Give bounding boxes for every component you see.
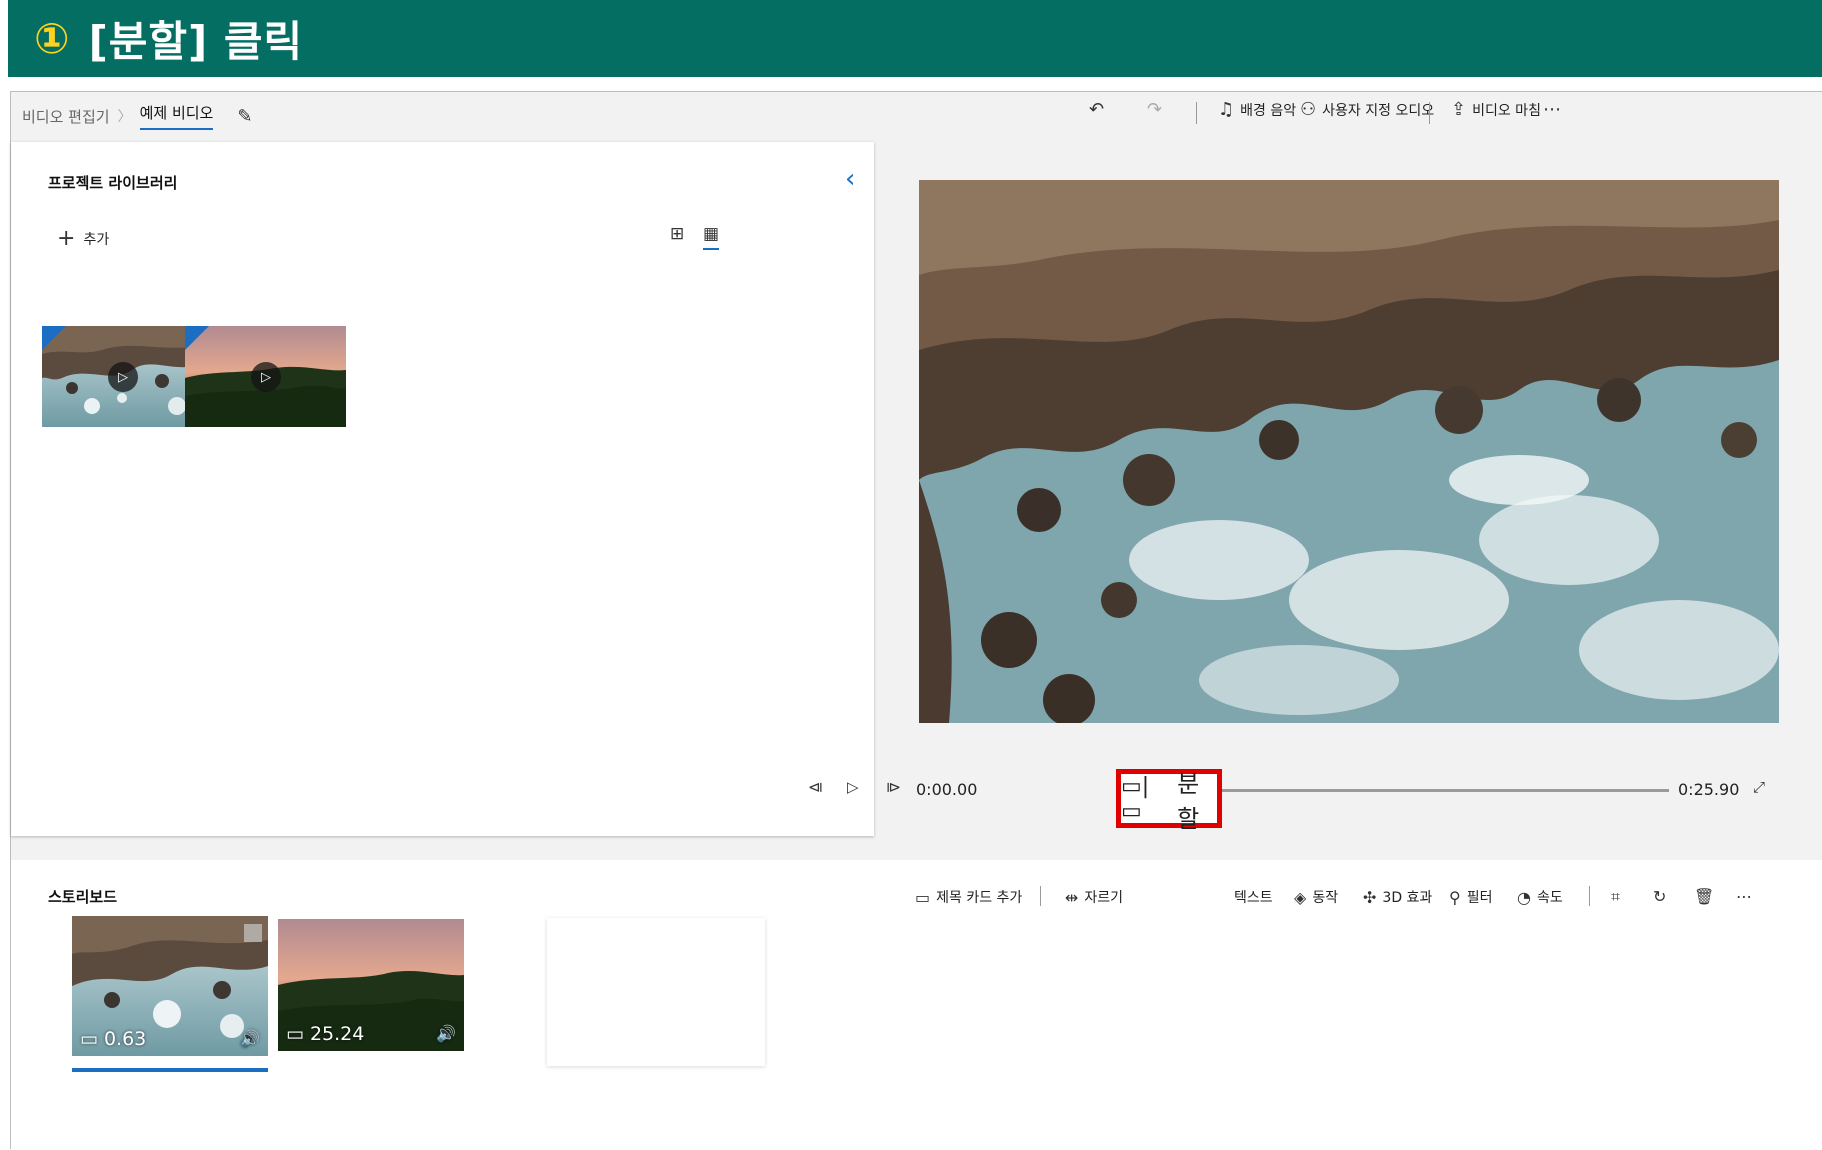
title-card-icon: ▭ xyxy=(915,887,931,907)
library-title: 프로젝트 라이브러리 xyxy=(48,174,178,192)
speed-button[interactable]: ◔ 속도 xyxy=(1517,887,1563,907)
split-icon: ▭|▭ xyxy=(1121,773,1150,824)
finish-video-button[interactable]: ⇪ 비디오 마침 xyxy=(1451,99,1541,120)
current-time: 0:00.00 xyxy=(916,780,978,799)
playback-controls: ⧏ ▷ ⧐ 0:00.00 0:25.90 ⤢ xyxy=(11,775,1822,805)
empty-clip-slot[interactable] xyxy=(547,918,765,1066)
add-title-card-button[interactable]: ▭ 제목 카드 추가 xyxy=(915,887,1022,907)
clip-checkbox[interactable] xyxy=(244,924,262,942)
3d-effects-label: 3D 효과 xyxy=(1382,890,1433,906)
divider xyxy=(1040,886,1041,906)
custom-audio-button[interactable]: ⚇ 사용자 지정 오디오 xyxy=(1300,99,1434,120)
delete-trash-icon[interactable]: 🗑 xyxy=(1694,887,1714,906)
music-note-icon: ♫ xyxy=(1218,99,1235,120)
selected-corner-marker xyxy=(42,326,66,350)
storyboard-title: 스토리보드 xyxy=(48,888,118,906)
split-button[interactable]: ▭|▭ 분할 xyxy=(1116,769,1222,833)
clip-duration-value: 25.24 xyxy=(309,1023,365,1045)
clip-duration-value: 0.63 xyxy=(103,1028,147,1050)
storyboard-clip-forest[interactable]: ▭ 25.24 🔊 xyxy=(278,919,464,1051)
motion-button[interactable]: ◈ 동작 xyxy=(1294,887,1338,907)
crop-resize-icon[interactable]: ⌗ xyxy=(1611,887,1620,907)
breadcrumb: 비디오 편집기 〉 예제 비디오 ✎ xyxy=(22,102,252,130)
split-label: 분할 xyxy=(1177,769,1200,833)
text-label: 텍스트 xyxy=(1234,890,1273,906)
speed-label: 속도 xyxy=(1536,890,1563,906)
breadcrumb-current: 예제 비디오 xyxy=(139,102,214,130)
project-library-panel: 프로젝트 라이브러리 ‹ + 추가 ⊞ ▦ ▷ ▷ xyxy=(11,142,874,836)
instruction-banner: ① [분할] 클릭 xyxy=(8,0,1822,77)
chevron-right-icon: 〉 xyxy=(117,109,132,125)
selected-corner-marker xyxy=(185,326,209,350)
filters-label: 필터 xyxy=(1466,890,1493,906)
filter-brush-icon: ⚲ xyxy=(1449,887,1461,907)
play-icon[interactable]: ▷ xyxy=(251,362,281,392)
trim-label: 자르기 xyxy=(1084,890,1124,906)
text-button[interactable]: 텍스트 xyxy=(1234,887,1273,907)
3d-effects-icon: ✣ xyxy=(1363,887,1377,907)
previous-frame-icon[interactable]: ⧏ xyxy=(808,778,823,796)
undo-icon[interactable]: ↶ xyxy=(1089,99,1104,120)
breadcrumb-parent[interactable]: 비디오 편집기 xyxy=(22,106,110,127)
motion-icon: ◈ xyxy=(1294,887,1307,907)
preview-frame-image xyxy=(919,180,1779,723)
add-title-card-label: 제목 카드 추가 xyxy=(936,890,1023,906)
play-icon[interactable]: ▷ xyxy=(108,362,138,392)
background-music-button[interactable]: ♫ 배경 음악 xyxy=(1218,99,1296,120)
divider xyxy=(1589,886,1590,906)
step-number: ① xyxy=(34,14,71,63)
film-icon: ▭ xyxy=(286,1023,304,1045)
redo-icon[interactable]: ↷ xyxy=(1147,99,1162,120)
next-frame-icon[interactable]: ⧐ xyxy=(886,778,901,796)
film-icon: ▭ xyxy=(80,1028,98,1050)
add-media-button[interactable]: + 추가 xyxy=(57,226,109,251)
custom-audio-label: 사용자 지정 오디오 xyxy=(1322,102,1435,119)
video-editor-window: 비디오 편집기 〉 예제 비디오 ✎ ↶ ↷ ♫ 배경 음악 ⚇ 사용자 지정 … xyxy=(10,91,1822,1150)
large-grid-view-icon[interactable]: ⊞ xyxy=(670,224,684,244)
background-music-label: 배경 음악 xyxy=(1240,102,1297,119)
finish-video-label: 비디오 마침 xyxy=(1472,102,1541,119)
rename-pencil-icon[interactable]: ✎ xyxy=(237,106,252,127)
3d-effects-button[interactable]: ✣ 3D 효과 xyxy=(1363,887,1432,907)
library-clip-forest[interactable]: ▷ xyxy=(185,326,346,427)
add-label: 추가 xyxy=(83,231,110,248)
play-icon[interactable]: ▷ xyxy=(847,778,859,796)
speed-gauge-icon: ◔ xyxy=(1517,887,1531,907)
divider xyxy=(1429,102,1430,124)
speaker-icon[interactable]: 🔊 xyxy=(240,1029,260,1048)
divider xyxy=(1196,102,1197,124)
storyboard-clip-ocean[interactable]: ▭ 0.63 🔊 xyxy=(72,916,268,1056)
chevron-left-icon[interactable]: ‹ xyxy=(845,164,855,194)
trim-icon: ⇹ xyxy=(1065,887,1079,907)
trim-button[interactable]: ⇹ 자르기 xyxy=(1065,887,1123,907)
clip-duration: ▭ 0.63 xyxy=(80,1028,146,1050)
total-time: 0:25.90 xyxy=(1678,780,1740,799)
person-audio-icon: ⚇ xyxy=(1300,99,1317,120)
more-options-icon[interactable]: ⋯ xyxy=(1736,887,1752,906)
small-grid-view-icon[interactable]: ▦ xyxy=(703,224,720,250)
more-options-icon[interactable]: ⋯ xyxy=(1543,99,1561,120)
share-export-icon: ⇪ xyxy=(1451,99,1467,120)
plus-icon: + xyxy=(57,226,76,251)
command-bar: 비디오 편집기 〉 예제 비디오 ✎ ↶ ↷ ♫ 배경 음악 ⚇ 사용자 지정 … xyxy=(11,92,1822,130)
video-preview[interactable] xyxy=(919,180,1779,723)
motion-label: 동작 xyxy=(1312,890,1339,906)
storyboard-panel: 스토리보드 ▭ 제목 카드 추가 ⇹ 자르기 텍스트 ◈ 동작 ✣ 3D 효과 … xyxy=(11,860,1822,1150)
instruction-text: [분할] 클릭 xyxy=(88,17,304,66)
rotate-icon[interactable]: ↻ xyxy=(1653,887,1666,906)
selected-clip-indicator xyxy=(72,1068,268,1072)
filters-button[interactable]: ⚲ 필터 xyxy=(1449,887,1492,907)
library-clip-ocean[interactable]: ▷ xyxy=(42,326,203,427)
clip-duration: ▭ 25.24 xyxy=(286,1023,364,1045)
speaker-icon[interactable]: 🔊 xyxy=(436,1024,456,1043)
expand-fullscreen-icon[interactable]: ⤢ xyxy=(1753,778,1765,796)
